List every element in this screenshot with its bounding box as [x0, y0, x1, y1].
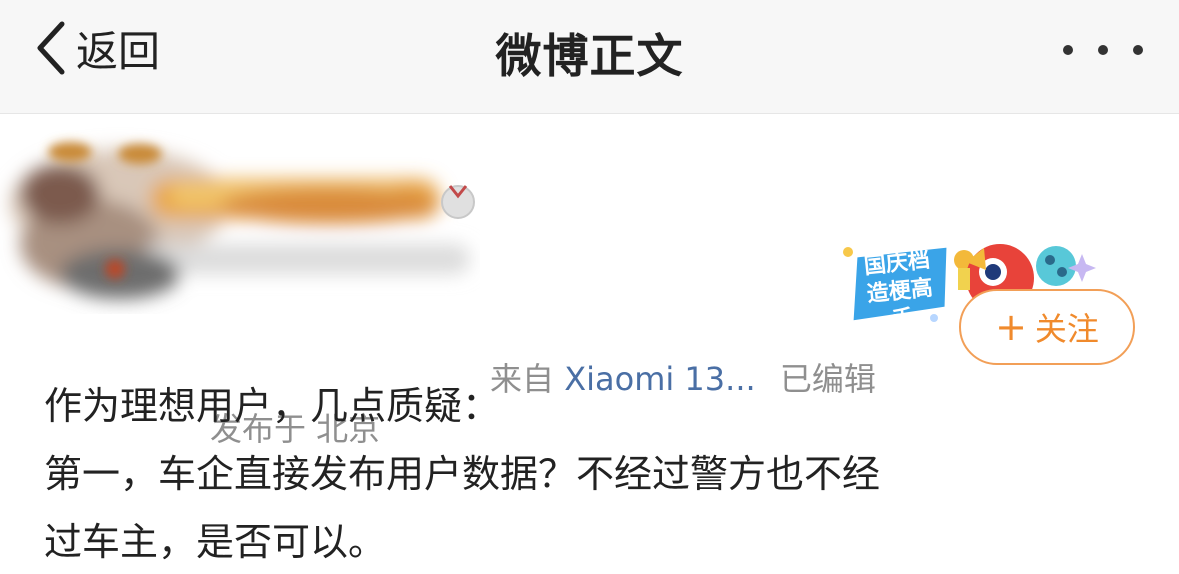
post-content: 作为理想用户，几点质疑： 第一，车企直接发布用户数据？不经过警方也不经 过车主，… — [44, 372, 1144, 574]
more-dot — [1133, 45, 1143, 55]
blurred-avatar-image — [10, 142, 475, 299]
content-line: 第一，车企直接发布用户数据？不经过警方也不经 — [44, 452, 881, 496]
more-dots-icon — [1063, 45, 1073, 55]
plus-icon: + — [995, 305, 1027, 349]
avatar[interactable] — [0, 124, 480, 314]
top-navigation-bar: 返回 微博正文 — [0, 0, 1179, 114]
page-title: 微博正文 — [495, 29, 684, 83]
content-line: 过车主，是否可以。 — [44, 520, 387, 564]
follow-label: 关注 — [1034, 310, 1099, 348]
content-line: 作为理想用户，几点质疑： — [44, 384, 501, 428]
follow-button[interactable]: + 关注 — [959, 289, 1135, 365]
more-dot — [1098, 45, 1108, 55]
more-options-button[interactable] — [1063, 30, 1143, 70]
post-header: 来自 Xiaomi 13... 已编辑 发布于 北京 国庆档造梗高手 + 关注 — [0, 114, 1179, 448]
badge-label: 国庆档造梗高手 — [862, 247, 935, 333]
